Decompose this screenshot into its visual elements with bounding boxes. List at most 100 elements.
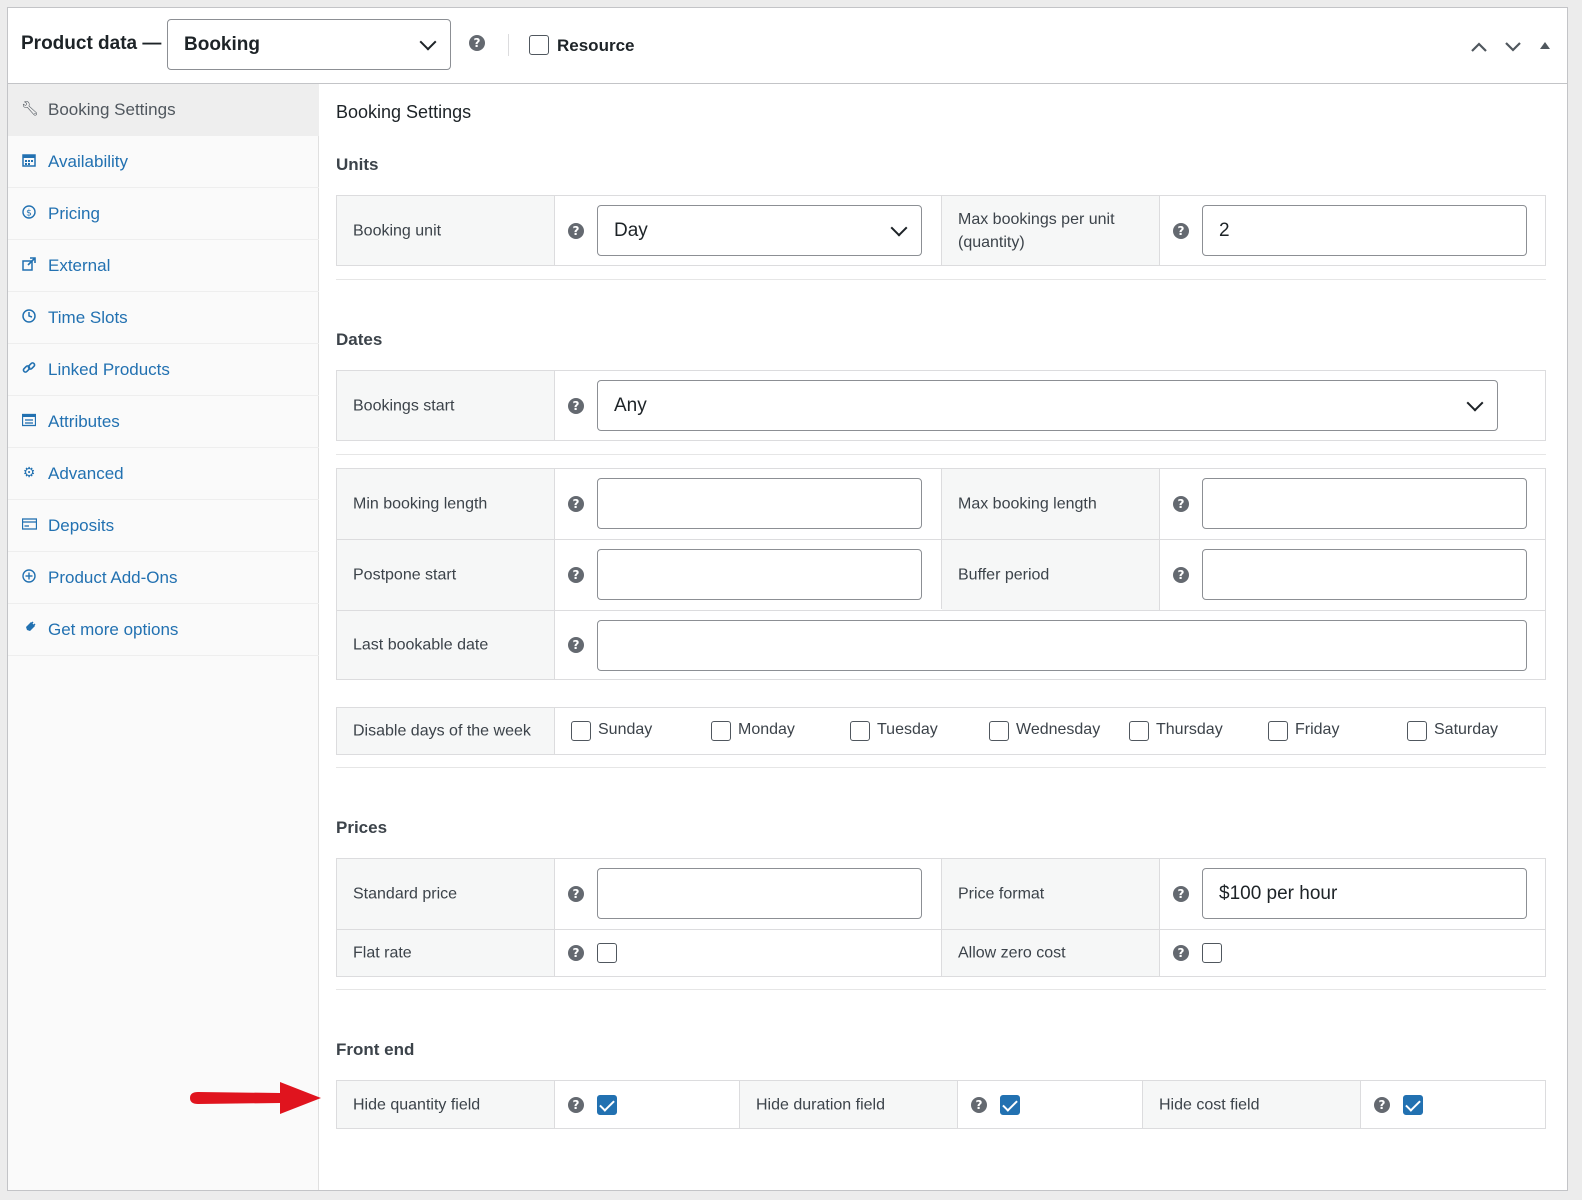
divider <box>336 454 1546 455</box>
help-icon[interactable]: ? <box>568 886 584 902</box>
day-checkbox-thursday[interactable] <box>1129 721 1149 741</box>
bookings-start-label: Bookings start <box>337 371 555 440</box>
allow-zero-cost-checkbox[interactable] <box>1202 943 1222 963</box>
sidebar-item-label: Advanced <box>48 464 124 483</box>
help-icon[interactable]: ? <box>1173 886 1189 902</box>
help-icon[interactable]: ? <box>568 398 584 414</box>
max-booking-length-input[interactable] <box>1202 478 1527 529</box>
move-up-icon[interactable] <box>1470 38 1488 56</box>
divider <box>336 767 1546 768</box>
hide-quantity-checkbox[interactable] <box>597 1095 617 1115</box>
wrench-icon: 🔧︎ <box>21 101 39 117</box>
price-format-label: Price format <box>942 859 1160 929</box>
disable-days-table: Disable days of the week Sunday Monday T… <box>336 707 1546 755</box>
calendar-icon <box>21 153 37 169</box>
product-type-select[interactable]: Booking <box>167 19 451 70</box>
section-heading-front-end: Front end <box>336 1040 415 1059</box>
hide-duration-checkbox[interactable] <box>1000 1095 1020 1115</box>
sidebar-item-label: External <box>48 256 111 275</box>
move-down-icon[interactable] <box>1504 38 1522 56</box>
sidebar-item-label: Linked Products <box>48 360 170 379</box>
help-icon[interactable]: ? <box>568 637 584 653</box>
sidebar-item-get-more-options[interactable]: Get more options <box>8 604 319 656</box>
hide-cost-checkbox[interactable] <box>1403 1095 1423 1115</box>
sidebar-item-booking-settings[interactable]: 🔧︎ Booking Settings <box>8 84 319 136</box>
sidebar-item-pricing[interactable]: $ Pricing <box>8 188 319 240</box>
units-table: Booking unit ? Day Max bookings per unit… <box>336 195 1546 266</box>
sidebar-item-advanced[interactable]: ⚙︎ Advanced <box>8 448 319 500</box>
clock-icon <box>21 309 37 325</box>
sidebar-item-external[interactable]: External <box>8 240 319 292</box>
max-bookings-input[interactable]: 2 <box>1202 205 1527 256</box>
sidebar-item-deposits[interactable]: Deposits <box>8 500 319 552</box>
sidebar-item-attributes[interactable]: Attributes <box>8 396 319 448</box>
min-booking-length-label: Min booking length <box>337 469 555 539</box>
product-data-tabs: 🔧︎ Booking Settings Availability $ Prici… <box>8 84 319 1190</box>
sidebar-item-label: Attributes <box>48 412 120 431</box>
product-data-panel: Product data — Booking ? Resource 🔧︎ Boo… <box>7 7 1568 1191</box>
help-icon[interactable]: ? <box>1374 1097 1390 1113</box>
hide-quantity-label: Hide quantity field <box>337 1081 555 1128</box>
booking-unit-value: Day <box>614 219 648 241</box>
help-icon[interactable]: ? <box>971 1097 987 1113</box>
sidebar-item-time-slots[interactable]: Time Slots <box>8 292 319 344</box>
disable-days-label: Disable days of the week <box>337 708 555 754</box>
standard-price-input[interactable] <box>597 868 922 919</box>
booking-length-table: Min booking length ? Max booking length … <box>336 468 1546 680</box>
chevron-down-icon <box>890 219 908 236</box>
help-icon[interactable]: ? <box>1173 945 1189 961</box>
max-bookings-value: 2 <box>1219 219 1230 241</box>
section-heading-prices: Prices <box>336 818 388 837</box>
resource-checkbox[interactable] <box>529 35 549 55</box>
postpone-start-input[interactable] <box>597 549 922 600</box>
day-checkbox-sunday[interactable] <box>571 721 591 741</box>
sidebar-item-label: Availability <box>48 152 129 171</box>
last-bookable-date-input[interactable] <box>597 620 1527 671</box>
price-format-input[interactable]: $100 per hour <box>1202 868 1527 919</box>
day-checkbox-monday[interactable] <box>711 721 731 741</box>
panel-title: Product data — <box>21 33 162 54</box>
section-heading-dates: Dates <box>336 330 383 349</box>
last-bookable-date-label: Last bookable date <box>337 611 555 679</box>
buffer-period-label: Buffer period <box>942 540 1160 610</box>
booking-unit-label: Booking unit <box>337 196 555 265</box>
sidebar-item-label: Product Add-Ons <box>48 568 178 587</box>
sidebar-item-product-add-ons[interactable]: Product Add-Ons <box>8 552 319 604</box>
panel-header: Product data — Booking ? Resource <box>8 8 1567 84</box>
max-bookings-label: Max bookings per unit (quantity) <box>942 196 1160 265</box>
buffer-period-input[interactable] <box>1202 549 1527 600</box>
bookings-start-select[interactable]: Any <box>597 380 1498 431</box>
day-checkbox-tuesday[interactable] <box>850 721 870 741</box>
help-icon[interactable]: ? <box>469 35 485 51</box>
day-checkbox-saturday[interactable] <box>1407 721 1427 741</box>
help-icon[interactable]: ? <box>1173 496 1189 512</box>
collapse-toggle-icon[interactable] <box>1538 38 1556 56</box>
booking-unit-select[interactable]: Day <box>597 205 922 256</box>
min-booking-length-input[interactable] <box>597 478 922 529</box>
help-icon[interactable]: ? <box>1173 567 1189 583</box>
help-icon[interactable]: ? <box>568 1097 584 1113</box>
help-icon[interactable]: ? <box>1173 223 1189 239</box>
annotation-arrow-icon <box>188 1080 323 1116</box>
sidebar-item-label: Deposits <box>48 516 115 535</box>
sidebar-item-label: Booking Settings <box>48 100 176 119</box>
help-icon[interactable]: ? <box>568 223 584 239</box>
day-checkbox-wednesday[interactable] <box>989 721 1009 741</box>
plus-circle-icon <box>21 569 37 585</box>
gear-icon: ⚙︎ <box>22 465 36 481</box>
front-end-table: Hide quantity field ? Hide duration fiel… <box>336 1080 1546 1129</box>
svg-text:$: $ <box>26 209 32 219</box>
sidebar-item-label: Pricing <box>48 204 100 223</box>
flat-rate-checkbox[interactable] <box>597 943 617 963</box>
dollar-icon: $ <box>21 205 37 221</box>
chevron-down-icon <box>419 33 437 50</box>
sidebar-item-linked-products[interactable]: Linked Products <box>8 344 319 396</box>
help-icon[interactable]: ? <box>568 567 584 583</box>
day-checkbox-friday[interactable] <box>1268 721 1288 741</box>
external-link-icon <box>21 257 37 273</box>
help-icon[interactable]: ? <box>568 496 584 512</box>
sidebar-item-availability[interactable]: Availability <box>8 136 319 188</box>
help-icon[interactable]: ? <box>568 945 584 961</box>
card-icon <box>21 517 37 533</box>
postpone-start-label: Postpone start <box>337 540 555 610</box>
